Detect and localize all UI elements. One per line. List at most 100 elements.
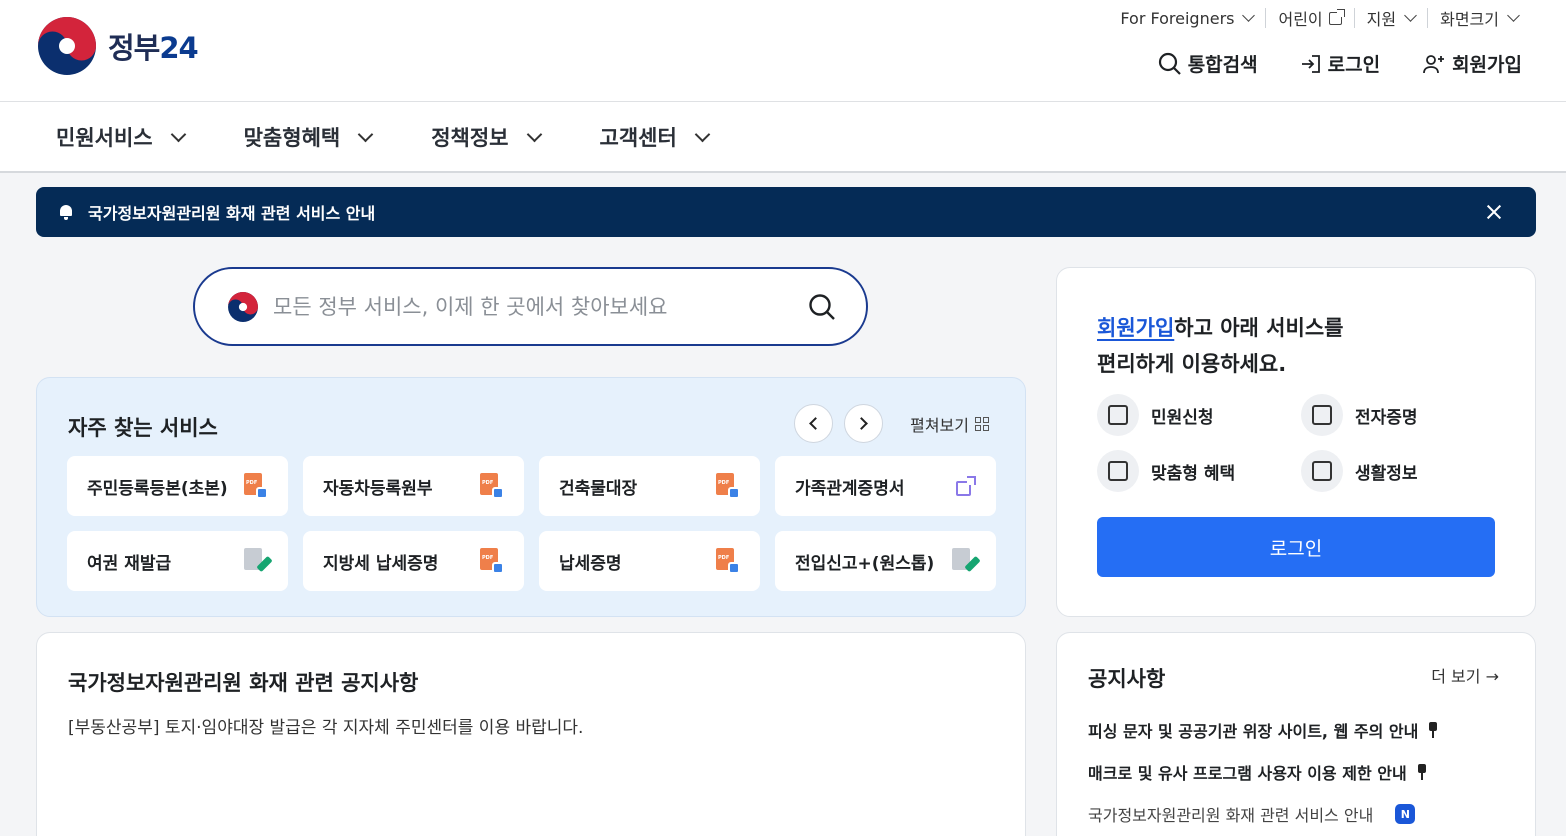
login-link[interactable]: 로그인 <box>1300 50 1380 77</box>
bookmark-icon <box>1301 450 1343 492</box>
util-for-foreigners[interactable]: For Foreigners <box>1108 8 1265 28</box>
quick-label: 생활정보 <box>1355 463 1418 484</box>
chevron-right-icon <box>855 417 868 430</box>
quick-label: 맞춤형 혜택 <box>1151 463 1236 484</box>
signup-inline-link[interactable]: 회원가입 <box>1097 316 1174 340</box>
expand-view-button[interactable]: 펼쳐보기 <box>910 412 989 436</box>
fire-notice-title: 국가정보자원관리원 화재 관련 공지사항 <box>68 671 419 695</box>
signup-link[interactable]: 회원가입 <box>1422 50 1522 77</box>
pdf-print-icon <box>480 473 504 499</box>
taeguk-logo-icon <box>38 17 96 75</box>
frequent-services-panel: 자주 찾는 서비스 펼쳐보기 주민등록등본(초본) 자동차등록원부 건축물대장 … <box>36 377 1026 617</box>
expand-label: 펼쳐보기 <box>910 416 969 435</box>
frequent-services-grid: 주민등록등본(초본) 자동차등록원부 건축물대장 가족관계증명서 여권 재발급 … <box>67 456 996 591</box>
notices-title: 공지사항 <box>1088 667 1166 691</box>
chevron-down-icon <box>694 126 711 143</box>
grid-icon <box>975 417 989 431</box>
gnb-label: 민원서비스 <box>56 126 153 150</box>
gnb-label: 정책정보 <box>431 126 509 150</box>
service-label: 지방세 납세증명 <box>323 553 439 574</box>
notices-card: 공지사항 더 보기 → 피싱 문자 및 공공기관 위장 사이트, 웹 주의 안내… <box>1056 632 1536 836</box>
utility-menu: For Foreigners 어린이 지원 화면크기 <box>1108 8 1530 29</box>
notice-text: 국가정보자원관리원 화재 관련 서비스 안내 <box>1088 806 1374 825</box>
chevron-left-icon <box>809 417 822 430</box>
service-label: 납세증명 <box>559 553 622 574</box>
chevron-down-icon <box>1507 9 1520 22</box>
fire-notice-card: 국가정보자원관리원 화재 관련 공지사항 [부동산공부] 토지·임야대장 발급은… <box>36 632 1026 836</box>
util-label: For Foreigners <box>1120 8 1235 28</box>
service-card[interactable]: 자동차등록원부 <box>303 456 524 516</box>
gnb-policy-info[interactable]: 정책정보 <box>431 122 542 152</box>
chevron-down-icon <box>170 126 186 143</box>
global-navigation: 민원서비스 맞춤형혜택 정책정보 고객센터 <box>0 102 1566 173</box>
service-card[interactable]: 전입신고+(원스톱) <box>775 531 996 591</box>
search-input[interactable] <box>273 294 793 319</box>
integrated-search-button[interactable]: 통합검색 <box>1158 50 1258 77</box>
login-arrow-icon <box>1301 54 1320 73</box>
notices-more-link[interactable]: 더 보기 → <box>1431 663 1499 687</box>
bell-icon <box>58 204 74 220</box>
quick-services: 민원신청 전자증명 맞춤형 혜택 생활정보 <box>1097 394 1501 492</box>
gnb-custom-benefits[interactable]: 맞춤형혜택 <box>244 122 374 152</box>
chevron-down-icon <box>1242 9 1256 22</box>
main-search-box <box>193 267 868 346</box>
pin-icon <box>1415 764 1429 780</box>
id-card-icon <box>1301 394 1343 436</box>
pdf-print-icon <box>244 473 268 499</box>
quick-e-certificate[interactable]: 전자증명 <box>1301 394 1501 436</box>
notice-item[interactable]: 국가정보자원관리원 화재 관련 서비스 안내 N <box>1088 793 1508 835</box>
notice-item[interactable]: 피싱 문자 및 공공기관 위장 사이트, 웹 주의 안내 <box>1088 709 1508 751</box>
quick-label: 전자증명 <box>1355 407 1418 428</box>
service-card[interactable]: 여권 재발급 <box>67 531 288 591</box>
gnb-label: 고객센터 <box>599 126 677 150</box>
service-card[interactable]: 지방세 납세증명 <box>303 531 524 591</box>
logo-number: 24 <box>159 31 198 65</box>
notice-text: 매크로 및 유사 프로그램 사용자 이용 제한 안내 <box>1088 764 1407 783</box>
service-label: 여권 재발급 <box>87 553 172 574</box>
gnb-civil-services[interactable]: 민원서비스 <box>56 122 186 152</box>
search-label: 통합검색 <box>1187 54 1258 76</box>
close-icon[interactable] <box>1486 204 1502 220</box>
gnb-customer-center[interactable]: 고객센터 <box>599 122 711 152</box>
notice-item[interactable]: 매크로 및 유사 프로그램 사용자 이용 제한 안내 <box>1088 751 1508 793</box>
service-card[interactable]: 건축물대장 <box>539 456 760 516</box>
frequent-services-title: 자주 찾는 서비스 <box>68 416 218 440</box>
util-kids[interactable]: 어린이 <box>1265 8 1353 29</box>
signup-label: 회원가입 <box>1452 54 1522 76</box>
pdf-print-icon <box>716 473 740 499</box>
search-icon <box>1158 52 1181 75</box>
service-label: 건축물대장 <box>559 478 638 499</box>
login-card: 회원가입하고 아래 서비스를 편리하게 이용하세요. 민원신청 전자증명 맞춤형… <box>1056 267 1536 617</box>
quick-life-info[interactable]: 생활정보 <box>1301 450 1501 492</box>
service-label: 주민등록등본(초본) <box>87 478 228 499</box>
service-label: 전입신고+(원스톱) <box>795 553 935 574</box>
util-screen-size[interactable]: 화면크기 <box>1427 8 1530 29</box>
pdf-print-icon <box>480 548 504 574</box>
util-label: 화면크기 <box>1440 10 1499 29</box>
chevron-down-icon <box>357 126 374 143</box>
login-message: 회원가입하고 아래 서비스를 편리하게 이용하세요. <box>1097 310 1343 382</box>
chevron-down-icon <box>1404 9 1417 22</box>
service-card[interactable]: 납세증명 <box>539 531 760 591</box>
next-button[interactable] <box>844 404 883 443</box>
notices-list: 피싱 문자 및 공공기관 위장 사이트, 웹 주의 안내 매크로 및 유사 프로… <box>1088 709 1508 835</box>
service-label: 자동차등록원부 <box>323 478 433 499</box>
search-icon[interactable] <box>808 293 836 321</box>
notice-text: 피싱 문자 및 공공기관 위장 사이트, 웹 주의 안내 <box>1088 722 1419 741</box>
service-card[interactable]: 주민등록등본(초본) <box>67 456 288 516</box>
edit-document-icon <box>244 548 273 574</box>
pdf-print-icon <box>716 548 740 574</box>
emergency-notice-bar[interactable]: 국가정보자원관리원 화재 관련 서비스 안내 <box>36 187 1536 237</box>
site-logo[interactable]: 정부24 <box>36 15 199 77</box>
user-menu: 통합검색 로그인 회원가입 <box>1158 50 1522 77</box>
login-button[interactable]: 로그인 <box>1097 517 1495 577</box>
prev-button[interactable] <box>794 404 833 443</box>
quick-custom-benefits[interactable]: 맞춤형 혜택 <box>1097 450 1301 492</box>
taeguk-small-icon <box>228 291 258 322</box>
util-support[interactable]: 지원 <box>1353 8 1427 29</box>
pin-icon <box>1426 722 1440 738</box>
external-link-icon <box>956 476 976 496</box>
service-card[interactable]: 가족관계증명서 <box>775 456 996 516</box>
quick-civil-request[interactable]: 민원신청 <box>1097 394 1301 436</box>
fire-notice-desc[interactable]: [부동산공부] 토지·임야대장 발급은 각 지자체 주민센터를 이용 바랍니다. <box>68 713 583 738</box>
